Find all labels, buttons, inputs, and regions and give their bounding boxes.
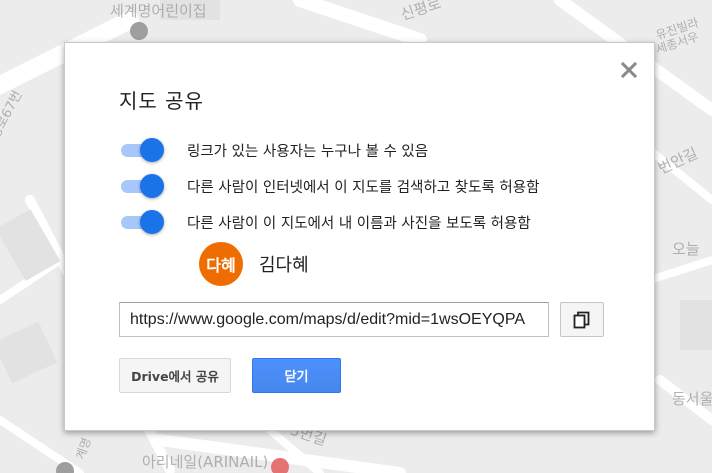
avatar: 다혜 — [199, 242, 243, 286]
close-button[interactable]: 닫기 — [252, 358, 341, 393]
option-label: 다른 사람이 이 지도에서 내 이름과 사진을 보도록 허용함 — [187, 215, 531, 232]
owner-info: 다혜 김다혜 — [199, 242, 309, 286]
copy-icon — [573, 311, 590, 328]
map-pin-icon[interactable] — [130, 22, 148, 40]
option-label: 다른 사람이 인터넷에서 이 지도를 검색하고 찾도록 허용함 — [187, 179, 540, 196]
map-pin-icon[interactable] — [271, 458, 289, 473]
dialog-title: 지도 공유 — [119, 89, 204, 113]
link-access-toggle[interactable] — [119, 137, 165, 163]
option-label: 링크가 있는 사용자는 누구나 볼 수 있음 — [187, 143, 429, 160]
map-pin-icon[interactable] — [56, 462, 74, 473]
share-url-input[interactable] — [119, 302, 549, 337]
share-map-dialog: 지도 공유 링크가 있는 사용자는 누구나 볼 수 있음 다른 사람이 인터넷에… — [64, 42, 655, 431]
option-searchable: 다른 사람이 인터넷에서 이 지도를 검색하고 찾도록 허용함 — [119, 173, 539, 199]
map-label: 아리네일(ARINAIL) — [142, 453, 269, 471]
option-link-access: 링크가 있는 사용자는 누구나 볼 수 있음 — [119, 137, 428, 163]
owner-name: 김다혜 — [259, 255, 309, 276]
close-icon[interactable] — [620, 61, 638, 79]
searchable-toggle[interactable] — [119, 173, 165, 199]
map-label: 세계명어린이집 — [110, 2, 207, 20]
share-in-drive-button[interactable]: Drive에서 공유 — [119, 358, 231, 393]
map-label: 오늘 — [672, 240, 700, 258]
copy-link-button[interactable] — [560, 302, 604, 337]
option-show-identity: 다른 사람이 이 지도에서 내 이름과 사진을 보도록 허용함 — [119, 209, 531, 235]
map-label: 동서울 — [672, 390, 712, 408]
show-identity-toggle[interactable] — [119, 209, 165, 235]
